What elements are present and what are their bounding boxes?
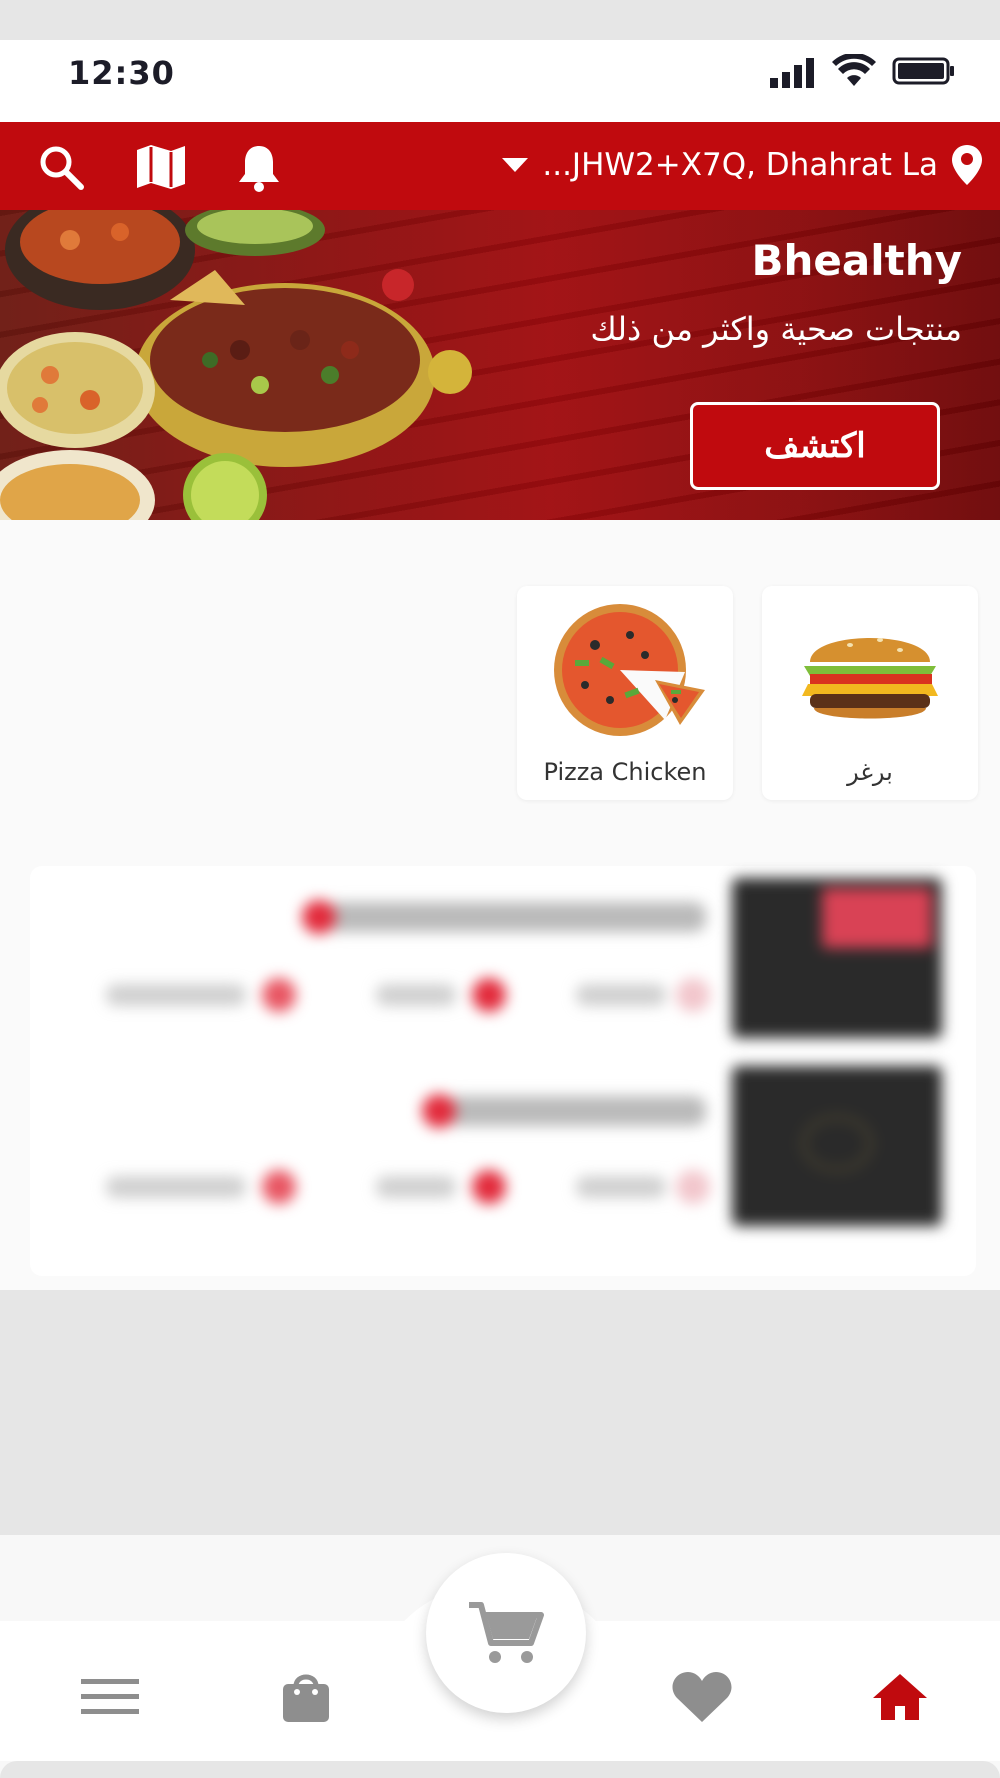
location-selector[interactable]: ...JHW2+X7Q, Dhahrat La [500,140,984,190]
list-item[interactable] [30,866,976,1066]
location-pin-icon [952,145,982,185]
bag-icon[interactable] [274,1665,338,1729]
search-icon[interactable] [34,140,88,194]
status-bar: 12:30 [0,40,1000,122]
list-item[interactable] [30,1066,976,1266]
home-icon[interactable] [868,1665,932,1729]
app-header: ...JHW2+X7Q, Dhahrat La [0,122,1000,210]
battery-icon [892,57,954,85]
menu-icon[interactable] [78,1665,142,1729]
status-time: 12:30 [68,54,175,92]
empty-area [0,1290,1000,1535]
map-icon[interactable] [134,140,188,194]
category-label: Pizza Chicken [543,758,707,786]
banner-subtitle: منتجات صحية واكثر من ذلك [590,310,962,348]
category-card-pizza[interactable]: Pizza Chicken [517,586,733,800]
bell-icon[interactable] [232,140,286,194]
category-label: برغر [847,758,893,786]
cart-button[interactable] [426,1553,586,1713]
store-list [30,866,976,1276]
device-frame-top [0,0,1000,120]
promo-banner[interactable]: Bhealthy منتجات صحية واكثر من ذلك اكتشف [0,210,1000,520]
discover-button[interactable]: اكتشف [690,402,940,490]
bottom-navigation [0,1535,1000,1778]
wifi-icon [832,54,876,86]
banner-title: Bhealthy [751,236,963,285]
cart-icon [469,1602,544,1663]
pizza-image [554,604,705,736]
chevron-down-icon [502,158,529,172]
category-card-burger[interactable]: برغر [762,586,978,800]
food-image [0,210,472,520]
heart-icon[interactable] [670,1665,734,1729]
device-frame-bottom [0,1761,1000,1778]
signal-icon [770,58,814,88]
main-content: برغر Pizza Chicken [0,520,1000,1290]
location-text: ...JHW2+X7Q, Dhahrat La [542,147,938,183]
burger-image [802,638,938,719]
